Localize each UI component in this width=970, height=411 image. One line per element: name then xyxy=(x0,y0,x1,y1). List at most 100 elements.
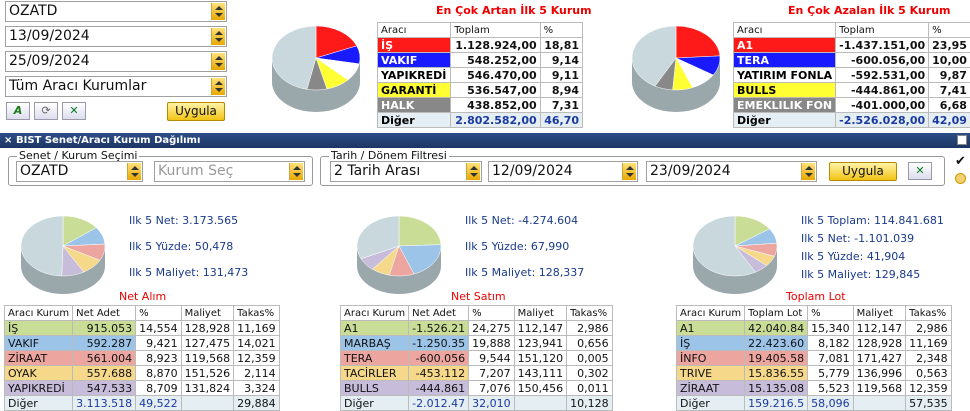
table-cell: 8,94 xyxy=(539,82,584,98)
table-row[interactable]: YATIRIM FONLA -592.531,00 9,87 xyxy=(732,67,970,83)
table-row[interactable]: Diğer 3.113.518 49,522 29,884 xyxy=(3,395,280,411)
table-cell: 128,928 xyxy=(852,335,907,351)
excel-export-icon[interactable]: ✕ xyxy=(908,162,932,180)
table-row[interactable]: İNFO 19.405.58 7,081 171,427 2,348 xyxy=(675,350,952,366)
column-header: % xyxy=(468,305,515,321)
table-cell: 159.216.5 xyxy=(744,395,809,411)
summary-text: Ilk 5 Maliyet: 128,337 xyxy=(465,266,585,279)
column-header: % xyxy=(539,22,584,38)
summary-text: Ilk 5 Net: -1.101.039 xyxy=(801,232,915,245)
table-cell: -1.526.21 xyxy=(408,320,470,336)
table-row[interactable]: TACİRLER -453.112 7,207 143,111 0,302 xyxy=(339,365,613,381)
table-row[interactable]: ZİRAAT 15.135.08 5,523 119,568 12,359 xyxy=(675,380,952,396)
chevron-down-icon xyxy=(801,163,815,180)
table-cell: BULLS xyxy=(339,380,410,396)
table-row[interactable]: MARBAŞ -1.250.35 19,888 123,941 0,656 xyxy=(339,335,613,351)
column-header: % xyxy=(928,22,970,38)
table-cell: 3.113.518 xyxy=(72,395,137,411)
table-cell: 7,207 xyxy=(468,365,515,381)
table-row[interactable]: VAKIF 548.252,00 9,14 xyxy=(376,52,584,68)
table-cell: 9,11 xyxy=(539,67,584,83)
table-cell: 8,923 xyxy=(135,350,182,366)
summary-text: Ilk 5 Yüzde: 67,990 xyxy=(465,240,570,253)
table-row[interactable]: Diğer -2.012.47 32,010 10,128 xyxy=(339,395,613,411)
summary-text: Ilk 5 Toplam: 114.841.681 xyxy=(801,214,944,227)
panel-end-date[interactable]: 23/09/2024 xyxy=(646,161,817,182)
table-row[interactable]: VAKIF 592.287 9,421 127,475 14,021 xyxy=(3,335,280,351)
table-cell: 151,526 xyxy=(180,365,235,381)
period-value: 2 Tarih Arası xyxy=(334,163,421,179)
table-cell: 119,568 xyxy=(852,380,907,396)
table-row[interactable]: Diğer 2.802.582,00 46,70 xyxy=(376,112,584,128)
table-row[interactable]: HALK 438.852,00 7,31 xyxy=(376,97,584,113)
table-cell: 22.423.60 xyxy=(744,335,809,351)
column-header: Takas% xyxy=(233,305,280,321)
table-cell: 15,340 xyxy=(807,320,854,336)
table-row[interactable]: ZİRAAT 561.004 8,923 119,568 12,359 xyxy=(3,350,280,366)
top-left-title: En Çok Artan İlk 5 Kurum xyxy=(436,4,592,17)
table-cell: 3,324 xyxy=(233,380,280,396)
table-row[interactable]: Diğer 159.216.5 58,096 57,535 xyxy=(675,395,952,411)
table-cell: YAPIKREDİ xyxy=(3,380,74,396)
table-row[interactable]: Diğer -2.526.028,00 42,09 xyxy=(732,112,970,128)
broker-filter-value: Tüm Aracı Kurumlar xyxy=(9,78,147,94)
checkmark-icon[interactable]: ✔ xyxy=(955,154,966,169)
period-select[interactable]: 2 Tarih Arası xyxy=(330,161,482,182)
table-cell: YAPIKREDİ xyxy=(376,67,452,83)
excel-icon[interactable]: ✕ xyxy=(62,102,86,120)
table-cell: 8,870 xyxy=(135,365,182,381)
table-row[interactable]: İŞ 1.128.924,00 18,81 xyxy=(376,37,584,53)
table-row[interactable]: İŞ 22.423.60 8,182 128,928 11,169 xyxy=(675,335,952,351)
font-icon[interactable]: A xyxy=(6,102,30,120)
panel-titlebar: BIST Senet/Aracı Kurum Dağılımı xyxy=(0,133,970,148)
pie-slice xyxy=(675,25,721,59)
table-row[interactable]: BULLS -444.861,00 7,41 xyxy=(732,82,970,98)
table-cell: 23,95 xyxy=(928,37,970,53)
apply-button-panel[interactable]: Uygula xyxy=(829,162,897,181)
stock-value: OZATD xyxy=(20,163,69,179)
table-cell: 151,120 xyxy=(513,350,568,366)
apply-button-top[interactable]: Uygula xyxy=(167,102,225,121)
table-cell xyxy=(513,395,568,411)
table-cell: 19,888 xyxy=(468,335,515,351)
stock-select[interactable]: OZATD xyxy=(16,161,143,182)
column-header: % xyxy=(807,305,854,321)
table-row[interactable]: İŞ 915.053 14,554 128,928 11,169 xyxy=(3,320,280,336)
table-cell: 29,884 xyxy=(233,395,280,411)
panel-start-date[interactable]: 12/09/2024 xyxy=(488,161,638,182)
refresh-icon[interactable]: ⟳ xyxy=(34,102,58,120)
table-cell: OYAK xyxy=(3,365,74,381)
table-row[interactable]: A1 -1.437.151,00 23,95 xyxy=(732,37,970,53)
table-row[interactable]: EMEKLILIK FON -401.000,00 6,68 xyxy=(732,97,970,113)
chevron-down-icon xyxy=(211,28,225,45)
distribution-pie xyxy=(692,215,778,294)
table-row[interactable]: YAPIKREDİ 547.533 8,709 131,824 3,324 xyxy=(3,380,280,396)
table-cell: İŞ xyxy=(376,37,452,53)
close-icon[interactable]: × xyxy=(4,135,12,146)
table-row[interactable]: A1 -1.526.21 24,275 112,147 2,986 xyxy=(339,320,613,336)
table-cell: 438.852,00 xyxy=(450,97,541,113)
circle-icon[interactable] xyxy=(955,173,966,184)
table-row[interactable]: TRIVE 15.836.55 5,779 136,996 0,563 xyxy=(675,365,952,381)
table-cell: 5,779 xyxy=(807,365,854,381)
broker-select-panel[interactable]: Kurum Seç xyxy=(154,161,305,182)
table-row[interactable]: GARANTİ 536.547,00 8,94 xyxy=(376,82,584,98)
summary-text: Ilk 5 Maliyet: 131,473 xyxy=(129,266,249,279)
table-row[interactable]: YAPIKREDİ 546.470,00 9,11 xyxy=(376,67,584,83)
broker-select[interactable]: OZATD xyxy=(5,1,227,22)
table-cell: 19.405.58 xyxy=(744,350,809,366)
table-row[interactable]: BULLS -444.861 7,076 150,456 0,011 xyxy=(339,380,613,396)
panel-start-date-value: 12/09/2024 xyxy=(492,163,573,179)
broker-filter-select[interactable]: Tüm Aracı Kurumlar xyxy=(5,76,227,97)
table-row[interactable]: OYAK 557.688 8,870 151,526 2,114 xyxy=(3,365,280,381)
minimize-icon[interactable] xyxy=(957,135,967,145)
table-row[interactable]: TERA -600.056,00 10,00 xyxy=(732,52,970,68)
start-date-select[interactable]: 13/09/2024 xyxy=(5,26,227,47)
table-cell: 58,096 xyxy=(807,395,854,411)
table-row[interactable]: A1 42.040.84 15,340 112,147 2,986 xyxy=(675,320,952,336)
table-row[interactable]: TERA -600.056 9,544 151,120 0,005 xyxy=(339,350,613,366)
table-cell: 7,081 xyxy=(807,350,854,366)
table-cell: 9,87 xyxy=(928,67,970,83)
end-date-select[interactable]: 25/09/2024 xyxy=(5,51,227,72)
pie-slice xyxy=(398,215,442,247)
